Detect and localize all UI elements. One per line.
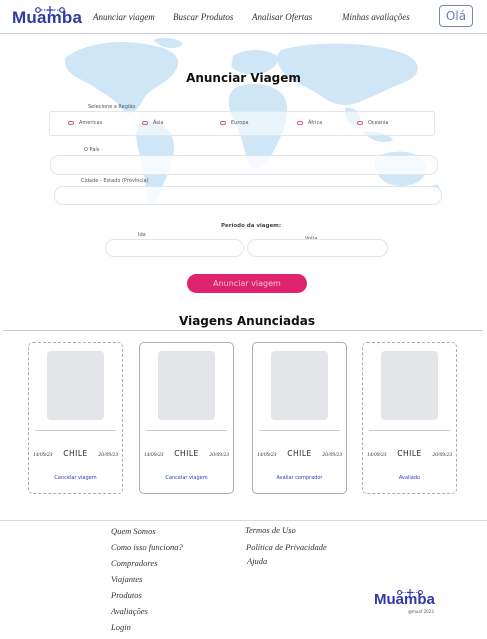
city-label: Cidade - Estado (Província): [81, 178, 149, 184]
trips-title: Viagens Anunciadas: [179, 314, 315, 328]
footer-link-como-funciona[interactable]: Como isso funciona?: [111, 542, 183, 552]
trip-card: 14/09/23 CHILE 20/09/23 Cancelar viagem: [28, 342, 123, 494]
trip-end-date: 20/09/23: [322, 452, 342, 458]
trip-dates: 14/09/23 CHILE 20/09/23: [363, 449, 456, 458]
header-divider: [0, 33, 487, 34]
return-date-input[interactable]: [247, 239, 388, 257]
trip-start-date: 14/09/23: [144, 452, 164, 458]
radio-icon[interactable]: [297, 121, 303, 125]
trip-dates: 14/09/23 CHILE 20/09/23: [253, 449, 346, 458]
card-divider: [369, 430, 450, 431]
announce-trip-button[interactable]: Anunciar viagem: [187, 274, 307, 293]
region-option-africa[interactable]: África: [297, 120, 322, 126]
radio-icon[interactable]: [142, 121, 148, 125]
region-option-asia[interactable]: Ásia: [142, 120, 163, 126]
trip-end-date: 20/09/23: [432, 452, 452, 458]
nav-analisar-ofertas[interactable]: Analisar Ofertas: [252, 12, 312, 22]
trip-start-date: 14/09/23: [33, 452, 53, 458]
trip-country: CHILE: [287, 449, 312, 458]
footer-link-ajuda[interactable]: Ajuda: [247, 556, 267, 566]
trip-dates: 14/09/23 CHILE 20/09/23: [29, 449, 122, 458]
trip-image-placeholder: [158, 351, 215, 420]
footer-logo[interactable]: Muamba: [374, 591, 435, 608]
rated-status: Avaliado: [398, 475, 421, 481]
city-input[interactable]: [54, 186, 442, 205]
radio-icon[interactable]: [68, 121, 74, 125]
trip-start-date: 14/09/23: [257, 452, 277, 458]
trip-start-date: 14/09/23: [367, 452, 387, 458]
region-option-oceania[interactable]: Oceania: [357, 120, 388, 126]
trip-end-date: 20/09/23: [98, 452, 118, 458]
footer-link-privacidade[interactable]: Política de Privacidade: [246, 542, 327, 552]
card-divider: [146, 430, 227, 431]
trip-country: CHILE: [397, 449, 422, 458]
trips-divider: [3, 330, 483, 331]
footer-link-login[interactable]: Login: [111, 622, 131, 632]
trip-card: 14/09/23 CHILE 20/09/23 Cancelar viagem: [139, 342, 234, 494]
card-divider: [259, 430, 340, 431]
footer-link-viajantes[interactable]: Viajantes: [111, 574, 142, 584]
footer-link-compradores[interactable]: Compradores: [111, 558, 157, 568]
departure-label: Ida: [138, 232, 146, 238]
country-input[interactable]: [50, 155, 438, 175]
trip-country: CHILE: [174, 449, 199, 458]
trip-image-placeholder: [47, 351, 104, 420]
trip-image-placeholder: [381, 351, 438, 420]
hello-button[interactable]: Olá: [439, 5, 473, 27]
copyright-text: @muaf 2023: [408, 609, 434, 614]
radio-icon[interactable]: [357, 121, 363, 125]
region-label: Selecione a Região: [88, 104, 136, 110]
cancel-trip-link[interactable]: Cancelar viagem: [29, 475, 122, 481]
footer-link-termos[interactable]: Termos de Uso: [245, 525, 296, 535]
trip-country: CHILE: [63, 449, 88, 458]
footer-divider: [0, 520, 487, 521]
cancel-trip-link[interactable]: Cancelar viagem: [140, 475, 233, 481]
nav-anunciar-viagem[interactable]: Anunciar viagem: [93, 12, 155, 22]
card-divider: [35, 430, 116, 431]
region-option-americas[interactable]: Americas: [68, 120, 102, 126]
form-title: Anunciar Viagem: [186, 71, 301, 85]
footer-link-produtos[interactable]: Produtos: [111, 590, 142, 600]
departure-date-input[interactable]: [105, 239, 244, 257]
region-option-europa[interactable]: Europa: [220, 120, 249, 126]
trip-image-placeholder: [271, 351, 328, 420]
trip-card: 14/09/23 CHILE 20/09/23 Avaliar comprado…: [252, 342, 347, 494]
nav-minhas-avaliacoes[interactable]: Minhas avaliações: [342, 12, 410, 22]
trip-dates: 14/09/23 CHILE 20/09/23: [140, 449, 233, 458]
rate-buyer-link[interactable]: Avaliar comprador: [253, 475, 346, 481]
trip-end-date: 20/09/23: [209, 452, 229, 458]
trip-card: 14/09/23 CHILE 20/09/23 Avaliado: [362, 342, 457, 494]
footer-link-quem-somos[interactable]: Quem Somos: [111, 526, 156, 536]
region-selector: Americas Ásia Europa África Oceania: [49, 111, 435, 136]
country-label: O País: [84, 147, 100, 153]
nav-buscar-produtos[interactable]: Buscar Produtos: [173, 12, 233, 22]
brand-logo[interactable]: Muamba: [12, 8, 82, 28]
footer-link-avaliacoes[interactable]: Avaliações: [111, 606, 148, 616]
radio-icon[interactable]: [220, 121, 226, 125]
period-label: Período da viagem:: [221, 223, 282, 229]
